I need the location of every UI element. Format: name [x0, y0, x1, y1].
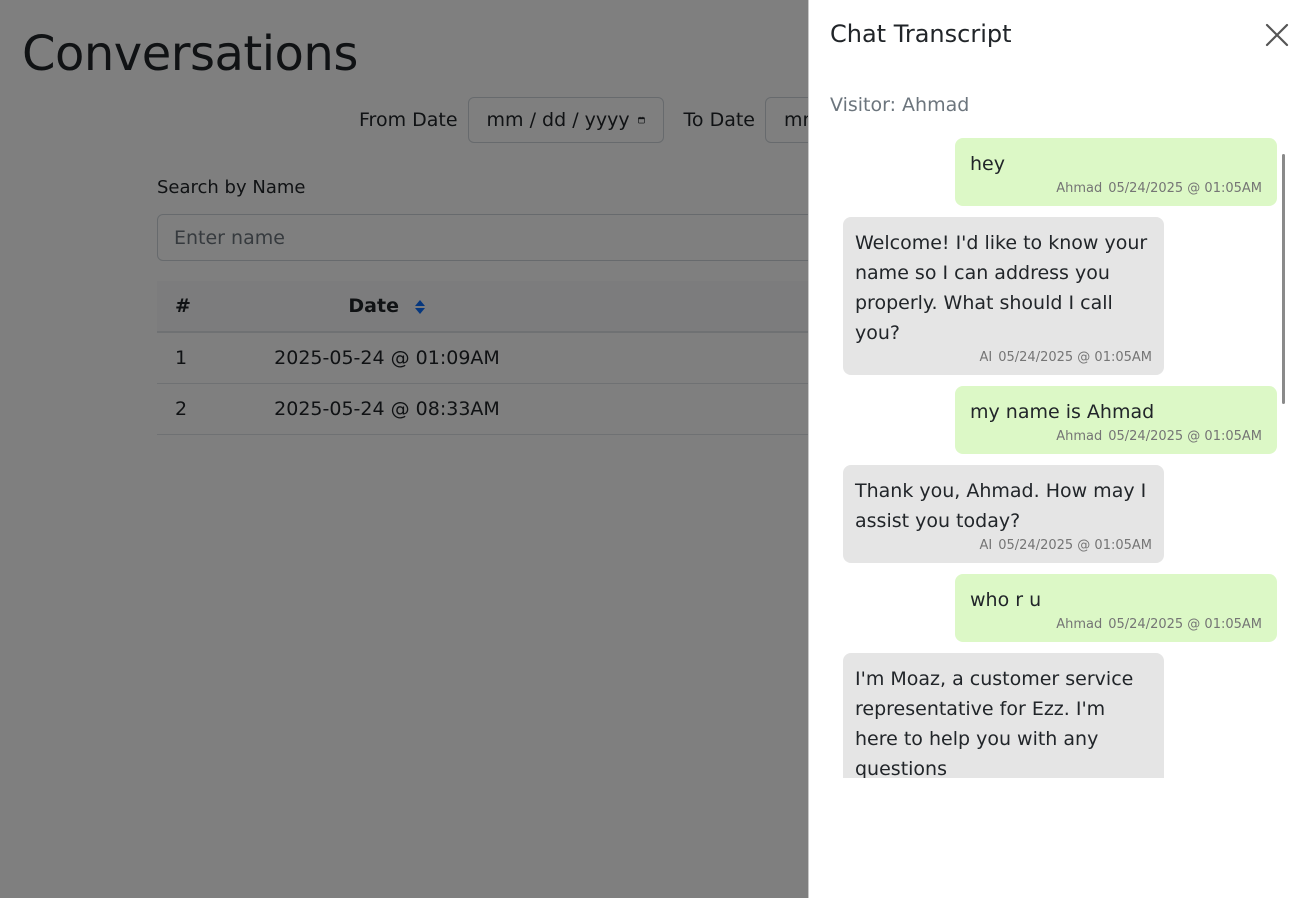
message-text: my name is Ahmad — [970, 401, 1155, 423]
message-meta: Ahmad 05/24/2025 @ 01:05AM — [970, 615, 1262, 635]
user-message-bubble: who r u Ahmad 05/24/2025 @ 01:05AM — [955, 574, 1277, 642]
message-meta: AI 05/24/2025 @ 01:05AM — [855, 536, 1153, 556]
message-meta: Ahmad 05/24/2025 @ 01:05AM — [970, 179, 1262, 199]
message-text: Welcome! I'd like to know your name so I… — [855, 232, 1148, 344]
message-meta: Ahmad 05/24/2025 @ 01:05AM — [970, 427, 1262, 447]
message-time: 05/24/2025 @ 01:05AM — [1108, 181, 1262, 196]
message-sender: Ahmad — [1056, 429, 1103, 444]
panel-title: Chat Transcript — [830, 20, 1012, 48]
message-time: 05/24/2025 @ 01:05AM — [1108, 617, 1262, 632]
message-text: who r u — [970, 589, 1042, 611]
chat-transcript-panel: Chat Transcript Visitor: Ahmad hey Ahmad… — [808, 0, 1298, 898]
visitor-name: Visitor: Ahmad — [830, 94, 970, 116]
ai-message-bubble: Thank you, Ahmad. How may I assist you t… — [843, 465, 1164, 563]
message-row-ai: Thank you, Ahmad. How may I assist you t… — [809, 465, 1298, 563]
user-message-bubble: my name is Ahmad Ahmad 05/24/2025 @ 01:05… — [955, 386, 1277, 454]
message-time: 05/24/2025 @ 01:05AM — [1108, 429, 1262, 444]
user-message-bubble: hey Ahmad 05/24/2025 @ 01:05AM — [955, 138, 1277, 206]
ai-message-bubble: I'm Moaz, a customer service representat… — [843, 653, 1164, 778]
message-text: Thank you, Ahmad. How may I assist you t… — [855, 480, 1147, 532]
message-scrollbar[interactable] — [1282, 154, 1285, 404]
close-icon[interactable] — [1264, 22, 1290, 48]
message-sender: AI — [979, 538, 993, 553]
message-sender: Ahmad — [1056, 617, 1103, 632]
ai-message-bubble: Welcome! I'd like to know your name so I… — [843, 217, 1164, 375]
message-row-ai: I'm Moaz, a customer service representat… — [809, 653, 1298, 778]
message-row-ai: Welcome! I'd like to know your name so I… — [809, 217, 1298, 375]
message-time: 05/24/2025 @ 01:05AM — [998, 350, 1152, 365]
message-sender: AI — [979, 350, 993, 365]
message-list[interactable]: hey Ahmad 05/24/2025 @ 01:05AM Welcome! I… — [809, 138, 1298, 778]
message-sender: Ahmad — [1056, 181, 1103, 196]
message-time: 05/24/2025 @ 01:05AM — [998, 538, 1152, 553]
message-row-user: my name is Ahmad Ahmad 05/24/2025 @ 01:05… — [809, 386, 1298, 454]
message-row-user: hey Ahmad 05/24/2025 @ 01:05AM — [809, 138, 1298, 206]
message-text: I'm Moaz, a customer service representat… — [855, 668, 1134, 778]
message-row-user: who r u Ahmad 05/24/2025 @ 01:05AM — [809, 574, 1298, 642]
message-text: hey — [970, 153, 1005, 175]
message-meta: AI 05/24/2025 @ 01:05AM — [855, 348, 1153, 368]
